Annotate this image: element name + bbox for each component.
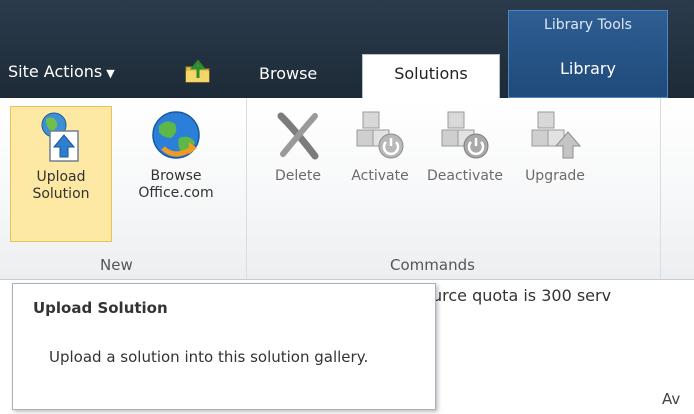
- resource-quota-text: urce quota is 300 serv: [432, 286, 612, 305]
- tab-solutions[interactable]: Solutions: [362, 54, 500, 98]
- browse-office-label-line2: Office.com: [138, 185, 214, 201]
- group-label-new: New: [100, 256, 133, 274]
- deactivate-cubes-icon: [441, 111, 489, 159]
- activate-label: Activate: [351, 168, 409, 184]
- delete-x-icon: [277, 112, 319, 160]
- group-divider: [660, 98, 661, 278]
- activate-button[interactable]: Activate: [342, 106, 418, 242]
- library-tools-contextual-group: Library Tools Library: [508, 10, 668, 98]
- deactivate-button[interactable]: Deactivate: [420, 106, 510, 242]
- navigate-up-folder-icon[interactable]: [184, 58, 212, 84]
- globe-icon: [152, 111, 200, 159]
- site-actions-menu[interactable]: Site Actions ▼: [8, 62, 115, 81]
- group-label-commands: Commands: [390, 256, 475, 274]
- tab-library[interactable]: Library: [509, 59, 667, 78]
- tooltip-description: Upload a solution into this solution gal…: [49, 348, 369, 366]
- tab-browse[interactable]: Browse: [259, 64, 317, 83]
- browse-office-label-line1: Browse: [150, 168, 202, 184]
- upgrade-button[interactable]: Upgrade: [511, 106, 599, 242]
- upload-solution-label-line2: Solution: [32, 186, 90, 202]
- upload-solution-icon: [41, 112, 79, 162]
- delete-button[interactable]: Delete: [258, 106, 338, 242]
- deactivate-label: Deactivate: [426, 168, 503, 184]
- site-actions-label: Site Actions: [8, 62, 103, 81]
- group-divider: [246, 98, 247, 278]
- upload-solution-tooltip: Upload Solution Upload a solution into t…: [12, 283, 436, 410]
- contextual-group-title: Library Tools: [544, 17, 632, 33]
- browse-office-button[interactable]: Browse Office.com: [118, 106, 234, 242]
- upgrade-label: Upgrade: [525, 168, 585, 184]
- top-navigation-bar: Site Actions ▼ Browse Solutions Library T…: [0, 0, 694, 98]
- upload-solution-button[interactable]: Upload Solution: [10, 106, 112, 242]
- upload-solution-label-line1: Upload: [36, 169, 86, 185]
- tooltip-title: Upload Solution: [33, 299, 168, 317]
- dropdown-arrow-icon: ▼: [106, 67, 115, 80]
- activate-cubes-icon: [356, 111, 404, 159]
- ribbon: Upload Solution Browse Office.com New De…: [0, 98, 694, 280]
- delete-label: Delete: [275, 168, 321, 184]
- available-column-fragment: Av: [662, 390, 681, 408]
- upgrade-cubes-icon: [531, 111, 582, 159]
